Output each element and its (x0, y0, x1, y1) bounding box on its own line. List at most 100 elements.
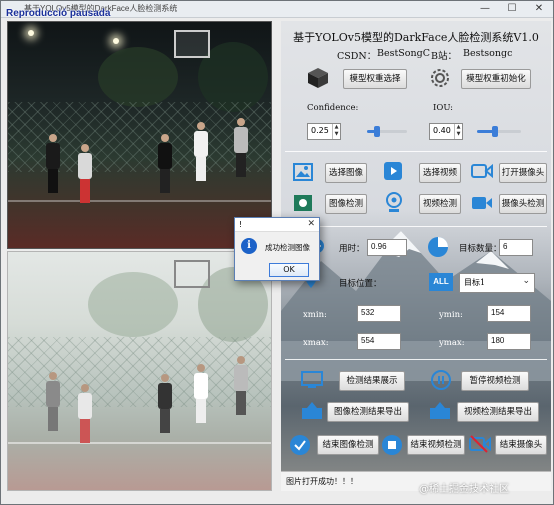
ok-button[interactable]: OK (269, 263, 309, 277)
control-panel: 基于YOLOv5模型的DarkFace人脸检测系统V1.0 CSDN： Best… (281, 21, 551, 491)
court-line (8, 200, 271, 202)
ymax-label: ymax: (439, 338, 465, 348)
all-targets-icon: ALL (429, 273, 453, 291)
confidence-value: 0.25 (311, 126, 329, 135)
export-image-icon (302, 402, 322, 419)
end-image-button[interactable]: 结束图像检测 (317, 435, 379, 455)
camera-icon (471, 163, 493, 179)
chevron-down-icon: ⌄ (522, 276, 530, 286)
dialog-close-button[interactable]: ✕ (307, 219, 315, 229)
app-window: 基于YOLOv5模型的DarkFace人脸检测系统 — ☐ ✕ Reproduc… (0, 0, 554, 505)
time-field: 0.96 (367, 239, 407, 256)
video-file-icon (384, 162, 402, 180)
stadium-light (113, 38, 119, 44)
pie-chart-icon (428, 237, 448, 257)
person (194, 364, 208, 423)
info-icon: i (241, 238, 257, 254)
tree (98, 47, 178, 107)
target-select-value: 目标1 (464, 278, 486, 287)
message-dialog: ! ✕ i 成功检测图像 OK (234, 217, 320, 281)
dialog-title: ! (239, 220, 243, 229)
person (78, 384, 92, 443)
status-text: 图片打开成功！！！ (286, 477, 358, 486)
settings-icon (431, 69, 449, 87)
count-label: 目标数量： (459, 244, 502, 254)
end-video-button[interactable]: 结束视频检测 (407, 435, 465, 455)
bili-label: B站： (431, 51, 457, 62)
confidence-spinbox[interactable]: 0.25 ▲ ▼ (307, 123, 341, 140)
ymin-label: ymin: (439, 310, 463, 320)
section-divider (285, 226, 547, 227)
person (158, 374, 172, 433)
spin-arrows-icon[interactable]: ▲ ▼ (332, 124, 340, 139)
export-video-button[interactable]: 视频检测结果导出 (457, 402, 539, 422)
slider-handle[interactable] (374, 126, 380, 137)
xmin-field: 532 (357, 305, 401, 322)
iou-label: IOU: (433, 103, 454, 113)
ymin-field: 154 (487, 305, 531, 322)
ymax-field: 180 (487, 333, 531, 350)
end-image-icon (290, 435, 310, 455)
pause-icon (431, 370, 451, 390)
person (234, 118, 248, 177)
target-select[interactable]: 目标1 ⌄ (459, 273, 535, 293)
slider-handle[interactable] (491, 126, 498, 137)
end-video-icon (382, 435, 402, 455)
camera-detect-icon (472, 197, 492, 209)
panel-title: 基于YOLOv5模型的DarkFace人脸检测系统V1.0 (293, 31, 539, 44)
camera-off-icon (469, 435, 491, 453)
person (194, 122, 208, 181)
select-video-button[interactable]: 选择视频 (419, 163, 461, 183)
paused-overlay-label: Reproducció pausada (6, 8, 111, 19)
iou-value: 0.40 (433, 126, 451, 135)
cube-icon (308, 68, 328, 88)
webcam-icon (386, 192, 402, 212)
position-label: 目标位置： (339, 279, 382, 289)
stadium-light (28, 30, 34, 36)
bili-value: Bestsongc (463, 48, 513, 59)
csdn-label: CSDN： (337, 51, 377, 62)
image-detect-icon (294, 195, 312, 211)
count-field: 6 (499, 239, 533, 256)
detection-result-view (7, 251, 272, 491)
court-line (8, 442, 271, 444)
basketball-hoop (174, 260, 210, 288)
show-result-button[interactable]: 检测结果展示 (339, 371, 405, 391)
confidence-label: Confidence: (307, 103, 359, 113)
section-divider (285, 359, 547, 360)
watermark: @稀土掘金技术社区 (419, 484, 509, 495)
original-image-view (7, 21, 272, 249)
dialog-title-bar: ! ✕ (235, 218, 319, 232)
status-bar: 图片打开成功！！！ (281, 471, 551, 491)
init-weights-button[interactable]: 模型权重初始化 (461, 69, 531, 89)
section-divider (285, 151, 547, 152)
tree (88, 272, 178, 337)
camera-detect-button[interactable]: 摄像头检测 (499, 194, 547, 214)
export-image-button[interactable]: 图像检测结果导出 (327, 402, 409, 422)
select-image-button[interactable]: 选择图像 (325, 163, 367, 183)
close-button[interactable]: ✕ (525, 1, 553, 18)
spin-arrows-icon[interactable]: ▲ ▼ (454, 124, 462, 139)
confidence-slider[interactable] (367, 126, 407, 137)
display-icon (301, 371, 323, 388)
image-icon (293, 163, 313, 181)
minimize-button[interactable]: — (471, 1, 499, 18)
person (234, 356, 248, 415)
pause-video-button[interactable]: 暂停视频检测 (461, 371, 529, 391)
person (78, 144, 92, 203)
person (158, 134, 172, 193)
video-detect-button[interactable]: 视频检测 (419, 194, 461, 214)
end-camera-button[interactable]: 结束摄像头 (495, 435, 547, 455)
dialog-message: 成功检测图像 (265, 243, 310, 252)
image-detect-button[interactable]: 图像检测 (325, 194, 367, 214)
xmin-label: xmin: (303, 310, 327, 320)
person (46, 372, 60, 431)
select-weights-button[interactable]: 模型权重选择 (343, 69, 407, 89)
iou-slider[interactable] (477, 126, 521, 137)
iou-spinbox[interactable]: 0.40 ▲ ▼ (429, 123, 463, 140)
maximize-button[interactable]: ☐ (498, 1, 526, 18)
csdn-value: BestSongC (377, 48, 430, 59)
person (46, 134, 60, 193)
time-label: 用时： (339, 244, 365, 254)
open-camera-button[interactable]: 打开摄像头 (499, 163, 547, 183)
